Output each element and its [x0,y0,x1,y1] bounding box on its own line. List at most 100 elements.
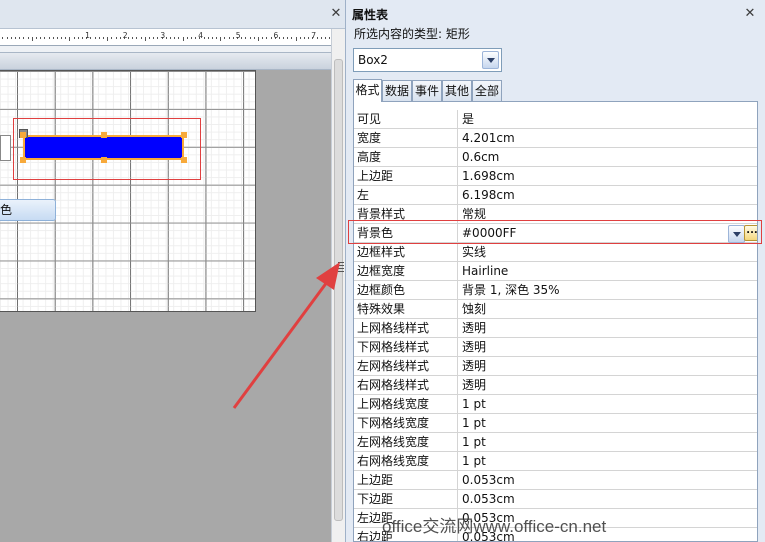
property-name: 左 [354,186,458,204]
resize-handle[interactable] [181,132,187,138]
property-value[interactable]: 常规 [462,205,752,223]
property-value[interactable]: 0.6cm [462,148,752,166]
ruler-tick [90,37,92,39]
property-value[interactable]: 1 pt [462,395,752,413]
property-value[interactable]: 0.053cm [462,490,752,508]
property-grid: 可见是宽度 4.201cm 高度 0.6cm 上边距 1.698cm 左 6.198cm 背景样… [353,101,758,542]
ruler-tick [115,37,117,39]
ruler-tick [195,37,197,39]
property-row[interactable]: 边框宽度 Hairline [354,262,757,281]
property-row[interactable]: 边框样式 实线 [354,243,757,262]
property-row[interactable]: 可见是 [354,110,757,129]
property-row[interactable]: 背景色 #0000FF... [354,224,757,243]
resize-handle[interactable] [181,157,187,163]
property-row[interactable]: 左网格线宽度 1 pt [354,433,757,452]
property-row[interactable]: 右网格线样式 透明 [354,376,757,395]
ruler-tick [228,37,230,39]
ruler-tick [165,37,167,39]
property-row[interactable]: 上网格线宽度 1 pt [354,395,757,414]
tab-all[interactable]: 全部 [472,80,502,102]
splitter-grip-icon[interactable] [338,262,344,274]
tab-data[interactable]: 数据 [382,80,412,102]
property-row[interactable]: 上网格线样式 透明 [354,319,757,338]
ruler-tick [253,37,255,39]
resize-handle[interactable] [20,132,26,138]
property-row[interactable]: 左 6.198cm [354,186,757,205]
ruler-tick [10,37,12,39]
property-row[interactable]: 上边距 0.053cm [354,471,757,490]
object-selector[interactable]: Box2 [353,48,502,72]
resize-handle[interactable] [101,157,107,163]
chevron-down-icon[interactable] [482,51,499,69]
ruler-tick [73,37,75,39]
property-name: 右网格线样式 [354,376,458,394]
ruler-tick [27,37,29,39]
property-row[interactable]: 右网格线宽度 1 pt [354,452,757,471]
ruler-tick [107,37,109,41]
property-value[interactable]: 1 pt [462,414,752,432]
property-value[interactable]: 1.698cm [462,167,752,185]
ruler-tick [77,37,79,39]
property-row[interactable]: 下边距 0.053cm [354,490,757,509]
property-name: 下边距 [354,490,458,508]
close-icon[interactable]: ✕ [743,7,757,21]
property-value[interactable]: 透明 [462,376,752,394]
property-value[interactable]: 0.053cm [462,471,752,489]
ruler-tick [266,37,268,39]
design-close-icon[interactable]: ✕ [329,7,343,21]
property-value[interactable]: 透明 [462,357,752,375]
property-name: 左网格线宽度 [354,433,458,451]
ruler-tick [35,37,37,39]
property-value[interactable]: 透明 [462,319,752,337]
tab-format[interactable]: 格式 [353,79,382,102]
design-grid[interactable] [0,70,256,312]
property-row[interactable]: 宽度 4.201cm [354,129,757,148]
ruler-tick [283,37,285,39]
label-control[interactable]: 色 [0,199,56,221]
property-row[interactable]: 下网格线宽度 1 pt [354,414,757,433]
property-row[interactable]: 下网格线样式 透明 [354,338,757,357]
property-value[interactable]: #0000FF [462,224,752,242]
tab-other[interactable]: 其他 [442,80,472,102]
property-row[interactable]: 上边距 1.698cm [354,167,757,186]
scrollbar-thumb[interactable] [334,59,343,521]
ruler-tick [61,37,63,39]
property-value[interactable]: 1 pt [462,433,752,451]
property-value[interactable]: 背景 1, 深色 35% [462,281,752,299]
property-name: 右网格线宽度 [354,452,458,470]
resize-handle[interactable] [20,157,26,163]
adjacent-control[interactable] [0,135,11,161]
property-name: 背景样式 [354,205,458,223]
ruler-tick [224,37,226,39]
ruler-tick [119,37,121,39]
tab-event[interactable]: 事件 [412,80,442,102]
section-header-bar[interactable] [0,52,331,70]
ruler-tick [270,37,272,39]
property-value[interactable]: 4.201cm [462,129,752,147]
property-row[interactable]: 高度 0.6cm [354,148,757,167]
property-value[interactable]: 是 [462,110,752,128]
property-value[interactable]: 1 pt [462,452,752,470]
resize-handle[interactable] [101,132,107,138]
property-row[interactable]: 左网格线样式 透明 [354,357,757,376]
color-dropdown-icon[interactable] [728,225,745,243]
property-row[interactable]: 边框颜色 背景 1, 深色 35% [354,281,757,300]
property-value[interactable]: 蚀刻 [462,300,752,318]
ruler-tick [140,37,142,39]
property-value[interactable]: 透明 [462,338,752,356]
ruler-tick [102,37,104,39]
ruler-tick [132,37,134,39]
horizontal-ruler: 1234567891011121314 [0,29,331,46]
ruler-tick [149,37,151,39]
property-value[interactable]: Hairline [462,262,752,280]
property-row[interactable]: 背景样式 常规 [354,205,757,224]
design-vertical-scrollbar[interactable] [331,29,345,542]
property-value[interactable]: 实线 [462,243,752,261]
ruler-tick [56,37,58,39]
property-value[interactable]: 6.198cm [462,186,752,204]
ruler-tick [329,37,331,39]
panel-title: 属性表 [352,8,389,22]
property-row[interactable]: 特殊效果 蚀刻 [354,300,757,319]
build-button[interactable]: ... [744,225,757,241]
ruler-tick [241,37,243,39]
